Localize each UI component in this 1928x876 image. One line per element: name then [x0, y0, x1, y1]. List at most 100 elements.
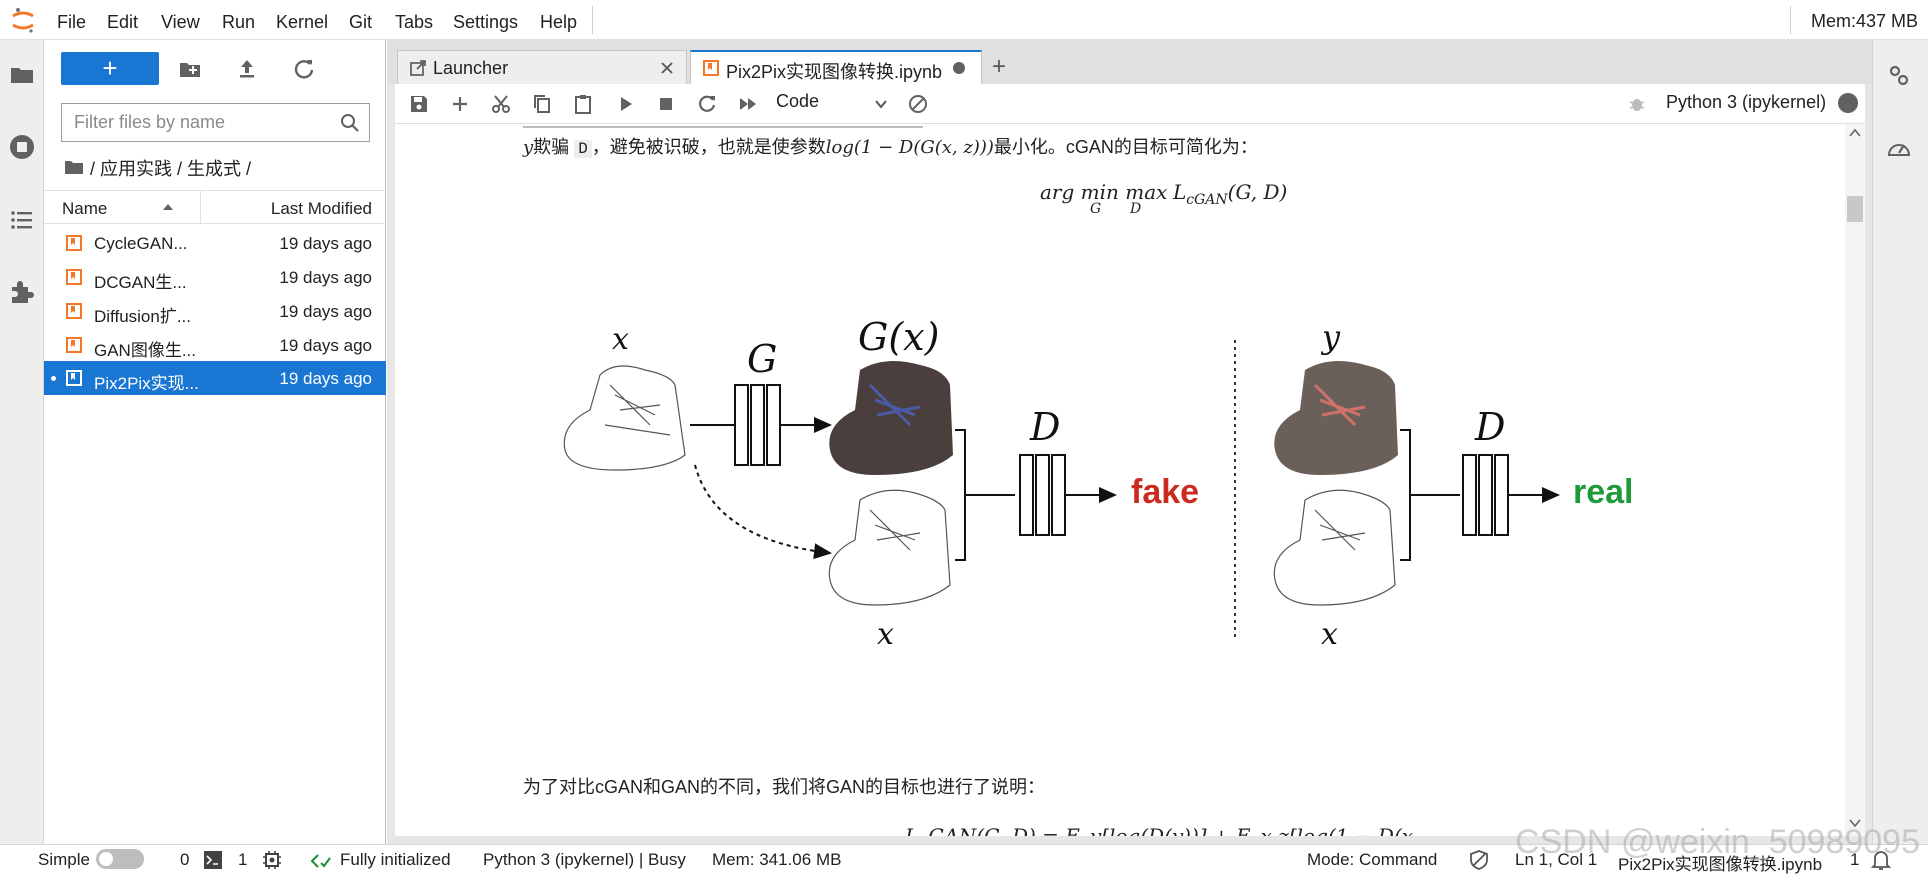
save-icon[interactable] [407, 92, 431, 116]
file-modified: 19 days ago [279, 302, 372, 321]
breadcrumb[interactable]: / 应用实践 / 生成式 / [90, 155, 251, 181]
discriminator-block-left [1019, 454, 1066, 536]
file-modified: 19 days ago [279, 268, 372, 287]
file-filter-box [61, 103, 370, 142]
file-modified: 19 days ago [279, 336, 372, 355]
property-inspector-icon[interactable] [1886, 62, 1912, 88]
folder-icon[interactable] [8, 60, 36, 88]
new-folder-icon[interactable] [177, 56, 203, 82]
kernel-name[interactable]: Python 3 (ipykernel) [1666, 92, 1826, 113]
search-icon[interactable] [340, 113, 360, 133]
file-modified: 19 days ago [279, 234, 372, 253]
tab-notebook[interactable]: Pix2Pix实现图像转换.ipynb [690, 50, 982, 85]
upload-icon[interactable] [234, 56, 260, 82]
running-icon[interactable] [8, 133, 36, 161]
file-row[interactable]: GAN图像生... 19 days ago [44, 328, 386, 362]
paste-icon[interactable] [571, 92, 595, 116]
column-name[interactable]: Name [62, 199, 107, 219]
column-last-modified[interactable]: Last Modified [271, 199, 372, 219]
terminal-icon[interactable] [203, 850, 223, 870]
sketch-shoe-bottom-left [828, 489, 951, 606]
formula-gan: L_GAN(G, D) = E_y[log(D(y))] + E_x,z[log… [905, 824, 1420, 836]
formula-args: (G, D) [1227, 180, 1288, 204]
discriminator-block-right [1462, 454, 1509, 536]
menu-settings[interactable]: Settings [453, 12, 518, 33]
notebook-icon [703, 60, 719, 76]
run-icon[interactable] [613, 92, 637, 116]
new-launcher-button[interactable]: + [61, 52, 159, 85]
tab-launcher[interactable]: Launcher [397, 50, 687, 84]
notebook-icon [66, 303, 82, 319]
formula-cgan: arg min max LcGAN(G, D) [1040, 180, 1287, 208]
file-row[interactable]: CycleGAN... 19 days ago [44, 226, 386, 260]
kernel-status-icon [1838, 93, 1858, 113]
mem-divider [1790, 6, 1791, 34]
text-fragment: 欺骗 [533, 137, 570, 157]
copy-icon[interactable] [530, 92, 554, 116]
kernel-chip-icon[interactable] [262, 850, 282, 870]
file-row[interactable]: DCGAN生... 19 days ago [44, 260, 386, 294]
terminal-count: 0 [180, 850, 190, 869]
menu-tabs[interactable]: Tabs [395, 12, 433, 33]
cut-icon[interactable] [489, 92, 513, 116]
text-fragment: ，避免被识破，也就是使参数 [591, 137, 826, 157]
toc-icon[interactable] [8, 206, 36, 234]
menu-run[interactable]: Run [222, 12, 255, 33]
figure-label-y: y [1322, 318, 1341, 356]
scrollbar-thumb[interactable] [1847, 196, 1863, 222]
cell-type-select[interactable]: Code [776, 91, 892, 117]
markdown-line-2: 为了对比cGAN和GAN的不同，我们将GAN的目标也进行了说明： [523, 777, 1046, 797]
notebook-scrollbar[interactable] [1845, 124, 1865, 836]
menu-file[interactable]: File [57, 12, 86, 33]
menu-edit[interactable]: Edit [107, 12, 138, 33]
pix2pix-figure [563, 340, 1560, 640]
file-name: DCGAN生... [94, 273, 187, 292]
file-row[interactable]: Diffusion扩... 19 days ago [44, 294, 386, 328]
file-modified: 19 days ago [279, 369, 372, 388]
menu-kernel[interactable]: Kernel [276, 12, 328, 33]
figure-label-x-bottom-left: x [877, 617, 894, 652]
menu-view[interactable]: View [161, 12, 200, 33]
lsp-status[interactable]: Fully initialized [340, 850, 451, 870]
git-diff-icon[interactable] [906, 92, 930, 116]
notebook-icon [66, 269, 82, 285]
notebook-icon [66, 370, 82, 386]
kernel-status-text[interactable]: Python 3 (ipykernel) | Busy [483, 850, 686, 870]
sort-up-icon[interactable] [162, 203, 174, 211]
add-cell-icon[interactable] [448, 92, 472, 116]
menu-help[interactable]: Help [540, 12, 577, 33]
close-icon[interactable] [660, 61, 674, 75]
formula-subscript: cGAN [1186, 192, 1228, 208]
extension-icon[interactable] [8, 278, 36, 306]
watermark-text: CSDN @weixin_50989095 [1515, 823, 1920, 861]
file-name: Pix2Pix实现... [94, 374, 199, 393]
file-row-selected[interactable]: Pix2Pix实现... 19 days ago [44, 361, 386, 395]
add-tab-button[interactable]: + [985, 54, 1013, 82]
breadcrumb-folder-icon[interactable] [64, 158, 84, 175]
scroll-up-icon[interactable] [1848, 128, 1862, 138]
restart-icon[interactable] [695, 92, 719, 116]
simple-mode-toggle[interactable] [96, 849, 144, 869]
menu-git[interactable]: Git [349, 12, 372, 33]
trust-shield-icon[interactable] [1468, 849, 1490, 871]
tab-label: Launcher [433, 58, 509, 78]
lsp-icon[interactable] [310, 850, 332, 872]
file-list-header: Name Last Modified [44, 190, 386, 224]
figure-label-d-right: D [1475, 405, 1506, 449]
menu-divider [592, 6, 593, 34]
refresh-icon[interactable] [291, 56, 317, 82]
fast-forward-icon[interactable] [736, 92, 760, 116]
stop-icon[interactable] [654, 92, 678, 116]
notebook-icon [66, 337, 82, 353]
debugger-icon[interactable] [1627, 94, 1647, 114]
formula-l: L [1172, 180, 1187, 204]
figure-label-g: G [747, 337, 778, 381]
cell-type-value: Code [776, 91, 820, 111]
file-filter-input[interactable] [62, 104, 332, 141]
formula-argminmax: arg min max [1040, 180, 1168, 204]
unsaved-dot-icon[interactable] [953, 62, 965, 74]
figure-label-gx: G(x) [858, 315, 940, 359]
chevron-down-icon [875, 100, 887, 109]
text-fragment: 最小化。cGAN的目标可简化为： [993, 137, 1258, 157]
debugger-gauge-icon[interactable] [1886, 136, 1912, 162]
